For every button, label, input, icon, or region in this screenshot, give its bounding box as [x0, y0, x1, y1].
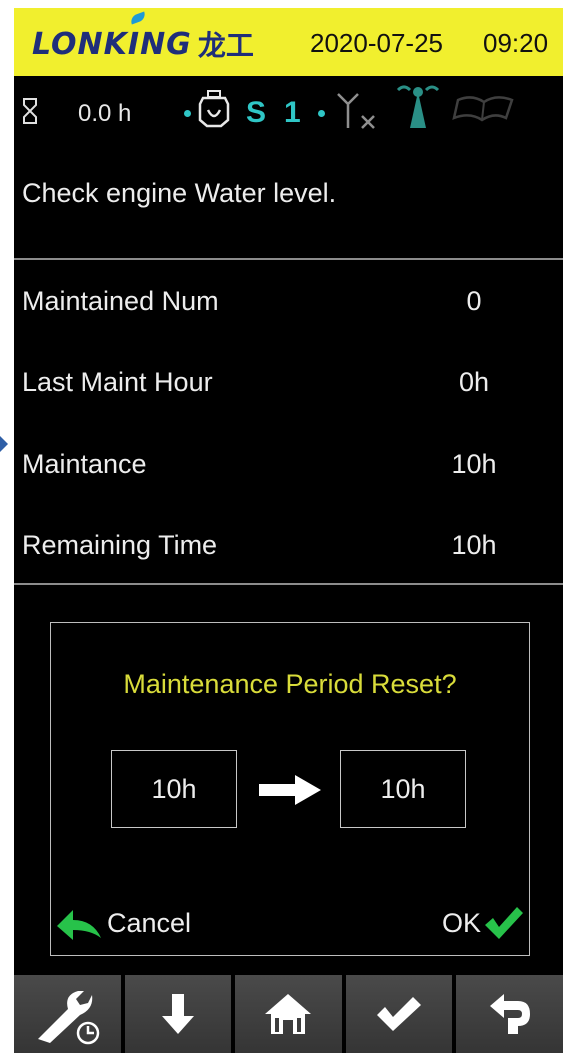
- wrench-clock-icon: [38, 991, 100, 1045]
- confirm-button[interactable]: [345, 975, 453, 1053]
- row-label-last-maint-hour: Last Maint Hour: [22, 367, 213, 397]
- brand-accent-mark: [129, 11, 147, 25]
- row-value-maintance: 10h: [451, 449, 497, 479]
- down-arrow-icon: [161, 994, 194, 1034]
- row-value-maintained-num: 0: [466, 286, 482, 316]
- checkmark-icon: [485, 907, 523, 939]
- brand-cn: 龙工: [197, 29, 254, 62]
- row-value-last-maint-hour: 0h: [458, 367, 490, 397]
- check-icon: [377, 997, 422, 1031]
- time-display: 09:20: [483, 28, 549, 58]
- engine-hours: 0.0 h: [78, 100, 132, 127]
- divider-bottom: [14, 583, 563, 585]
- dialog-title: Maintenance Period Reset?: [123, 669, 457, 699]
- home-button[interactable]: [235, 975, 342, 1053]
- antenna-no-signal-icon: [337, 93, 375, 129]
- status-dot-1: [184, 110, 191, 117]
- new-period-box: 10h: [340, 750, 466, 828]
- manual-book-icon: [452, 96, 514, 122]
- divider-top: [14, 258, 563, 260]
- header-bar: LONKING 龙工 2020-07-25 09:20: [14, 8, 563, 76]
- cancel-button[interactable]: Cancel: [55, 901, 191, 945]
- ok-button[interactable]: OK: [442, 901, 525, 945]
- status-bar: 0.0 h S 1: [14, 78, 563, 144]
- row-value-remaining-time: 10h: [451, 530, 497, 560]
- brand-name: LONKING: [32, 26, 192, 62]
- current-period-box: 10h: [111, 750, 237, 828]
- maintenance-message: Check engine Water level.: [22, 178, 337, 208]
- selection-marker: [0, 436, 8, 452]
- arrow-right-icon: [259, 775, 321, 805]
- reset-dialog: Maintenance Period Reset? 10h 10h Cancel…: [50, 622, 530, 956]
- cancel-label: Cancel: [107, 907, 192, 938]
- maintenance-button[interactable]: [14, 975, 121, 1053]
- display-screen: LONKING 龙工 2020-07-25 09:20 0.0 h S 1 Ch…: [14, 8, 563, 1053]
- ok-label: OK: [441, 907, 481, 938]
- status-dot-2: [318, 110, 325, 117]
- engine-icon: [198, 90, 230, 128]
- back-icon: [489, 994, 530, 1034]
- bottom-toolbar: [14, 975, 563, 1053]
- gear-s-label: S: [246, 96, 267, 129]
- brand-logo: LONKING 龙工: [32, 11, 254, 62]
- signal-tower-icon: [396, 85, 440, 128]
- gear-s-value: 1: [284, 96, 301, 129]
- date-display: 2020-07-25: [310, 28, 443, 58]
- back-button[interactable]: [456, 975, 563, 1053]
- row-label-remaining-time: Remaining Time: [22, 530, 218, 560]
- row-label-maintance: Maintance: [22, 449, 147, 479]
- down-button[interactable]: [124, 975, 232, 1053]
- hourglass-icon: [23, 98, 37, 124]
- row-label-maintained-num: Maintained Num: [22, 286, 219, 316]
- cancel-arrow-icon: [57, 910, 101, 940]
- home-icon: [265, 994, 312, 1034]
